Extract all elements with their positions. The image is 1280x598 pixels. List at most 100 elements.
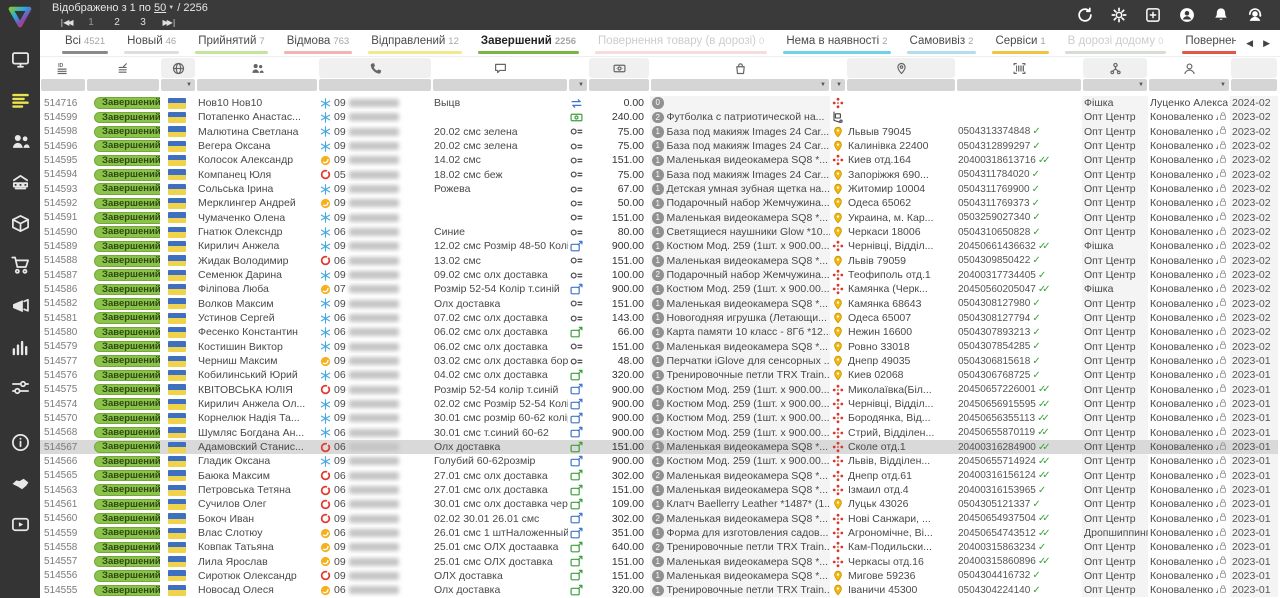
column-header-country[interactable] (161, 58, 195, 78)
filter-customer[interactable] (197, 79, 317, 91)
table-row[interactable]: 514558ЗавершенийКовпак Татьяна0925.01 см… (40, 540, 1280, 554)
table-row[interactable]: 514595ЗавершенийКолосок Александр0914.02… (40, 153, 1280, 167)
tab-11[interactable]: Повернення (завершений)125 (1174, 30, 1236, 56)
filter-date[interactable] (1231, 79, 1277, 91)
page-size-dropdown[interactable]: 50▼ (154, 2, 174, 14)
table-row[interactable]: 514599ЗавершенийПотапенко Анастас...0924… (40, 110, 1280, 124)
sidebar-item-info[interactable] (0, 427, 40, 457)
chevron-down-icon[interactable]: ▼ (1138, 82, 1147, 88)
chevron-down-icon[interactable]: ▼ (186, 82, 195, 88)
app-logo-icon[interactable] (7, 4, 33, 30)
column-header-amount[interactable] (589, 58, 649, 78)
tab-6[interactable]: Повернення товару (в дорозі)0 (587, 30, 775, 56)
bell-icon[interactable] (1204, 0, 1238, 30)
sidebar-item-cart[interactable] (0, 249, 40, 279)
tab-7[interactable]: Нема в наявності2 (775, 30, 898, 56)
table-row[interactable]: 514577ЗавершенийЧерниш Максим0903.02 смс… (40, 354, 1280, 368)
profile-icon[interactable] (1170, 0, 1204, 30)
column-header-products[interactable] (651, 58, 829, 78)
table-row[interactable]: 514588ЗавершенийЖидак Володимир0613.02 с… (40, 254, 1280, 268)
add-icon[interactable] (1136, 0, 1170, 30)
page-number-3[interactable]: 3 (130, 16, 156, 29)
page-number-2[interactable]: 2 (104, 16, 130, 29)
chevron-down-icon[interactable]: ▼ (820, 82, 829, 88)
filter-source[interactable]: ▼ (1083, 79, 1147, 91)
filter-manager[interactable]: ▼ (1149, 79, 1229, 91)
table-row[interactable]: 514559ЗавершенийВлас Слотюу0626.01 смс 1… (40, 526, 1280, 540)
tab-8[interactable]: Самовивіз2 (899, 30, 985, 56)
table-row[interactable]: 514591ЗавершенийЧумаченко Олена09151.001… (40, 211, 1280, 225)
table-row[interactable]: 514575ЗавершенийКВІТОВСЬКА ЮЛІЯ09Розмір … (40, 383, 1280, 397)
table-row[interactable]: 514586ЗавершенийФіліпова Люба07Розмір 52… (40, 282, 1280, 296)
refresh-icon[interactable] (1068, 0, 1102, 30)
tab-5[interactable]: Завершений2256 (470, 30, 587, 56)
filter-city[interactable] (847, 79, 955, 91)
tab-4[interactable]: Відправлений12 (360, 30, 470, 56)
column-header-comment[interactable] (433, 58, 567, 78)
filter-payment[interactable]: ▼ (569, 79, 587, 91)
table-row[interactable]: 514568ЗавершенийШумляс Богдана Ан...0630… (40, 426, 1280, 440)
table-row[interactable]: 514563ЗавершенийПетровська Тетяна0627.01… (40, 483, 1280, 497)
column-header-delivery[interactable] (831, 58, 845, 78)
gear-icon[interactable] (1102, 0, 1136, 30)
tab-0[interactable]: Всі4521 (54, 30, 116, 56)
column-header-phone[interactable] (319, 58, 431, 78)
table-row[interactable]: 514582ЗавершенийВолков Максим09Олх доста… (40, 297, 1280, 311)
tab-9[interactable]: Сервіси1 (984, 30, 1056, 56)
filter-status[interactable] (87, 79, 159, 91)
table-row[interactable]: 514598ЗавершенийМалютина Светлана0920.02… (40, 125, 1280, 139)
table-row[interactable]: 514581ЗавершенийУстинов Сергей0607.02 см… (40, 311, 1280, 325)
filter-comment[interactable] (433, 79, 567, 91)
table-row[interactable]: 514567ЗавершенийАдамовский Станис...06Ол… (40, 440, 1280, 454)
table-row[interactable]: 514565ЗавершенийБаюка Максим0627.01 смс … (40, 469, 1280, 483)
table-row[interactable]: 514587ЗавершенийСеменюк Дарина0909.02 см… (40, 268, 1280, 282)
filter-phone[interactable] (319, 79, 431, 91)
filter-products[interactable]: ▼ (651, 79, 829, 91)
chevron-left-icon[interactable]: ◀ (1246, 38, 1253, 49)
table-row[interactable]: 514576ЗавершенийКобилинський Юрий0604.02… (40, 368, 1280, 382)
table-row[interactable]: 514592ЗавершенийМерклингер Андрей0950.00… (40, 196, 1280, 210)
chevron-down-icon[interactable]: ▼ (1220, 82, 1229, 88)
table-row[interactable]: 514574ЗавершенийКирилич Анжела Ол...0902… (40, 397, 1280, 411)
table-row[interactable]: 514579ЗавершенийКостишин Виктор0906.02 с… (40, 340, 1280, 354)
filter-country[interactable]: ▼ (161, 79, 195, 91)
tab-3[interactable]: Відмова763 (276, 30, 360, 56)
tab-10[interactable]: В дорозі додому0 (1057, 30, 1175, 56)
table-row[interactable]: 514555ЗавершенийНовосад Олеся06Олх доста… (40, 583, 1280, 597)
sidebar-item-automation[interactable] (0, 372, 40, 402)
table-row[interactable]: 514716ЗавершенийНов10 Нов1009Выцв0.000Фі… (40, 96, 1280, 110)
filter-delivery[interactable]: ▼ (831, 79, 845, 91)
column-header-payment[interactable] (569, 58, 587, 78)
column-header-customer[interactable] (197, 58, 317, 78)
table-row[interactable]: 514570ЗавершенийКорнелюк Надія Та...0930… (40, 411, 1280, 425)
first-page-icon[interactable]: ❘◀◀ (52, 16, 78, 29)
table-row[interactable]: 514590ЗавершенийГнатюк Олексндр06Синие80… (40, 225, 1280, 239)
table-row[interactable]: 514589ЗавершенийКирилич Анжела0912.02 см… (40, 239, 1280, 253)
filter-tracking[interactable] (957, 79, 1081, 91)
column-header-status[interactable] (87, 58, 159, 78)
table-row[interactable]: 514556ЗавершенийСиротюк Олександр09ОЛХ д… (40, 569, 1280, 583)
table-row[interactable]: 514560ЗавершенийБокоч Иван0902.02 30.01 … (40, 512, 1280, 526)
tab-2[interactable]: Прийнятий7 (187, 30, 276, 56)
table-row[interactable]: 514593ЗавершенийСольська Ірина09Рожева67… (40, 182, 1280, 196)
filter-id[interactable] (41, 79, 85, 91)
tab-1[interactable]: Новый46 (116, 30, 187, 56)
column-header-tracking[interactable] (957, 58, 1081, 78)
sidebar-item-orders-list[interactable] (0, 85, 40, 115)
table-row[interactable]: 514561ЗавершенийСучилов Олег0630.01 смс … (40, 497, 1280, 511)
table-row[interactable]: 514566ЗавершенийГладик Оксана09Голубий 6… (40, 454, 1280, 468)
table-row[interactable]: 514594ЗавершенийКомпанец Юля0518.02 смс … (40, 168, 1280, 182)
sidebar-item-monitor[interactable] (0, 44, 40, 74)
sidebar-item-products-box[interactable] (0, 208, 40, 238)
column-header-manager[interactable] (1149, 58, 1229, 78)
column-header-city[interactable] (847, 58, 955, 78)
chevron-right-icon[interactable]: ▶ (1263, 38, 1270, 49)
sidebar-item-partners[interactable] (0, 468, 40, 498)
last-page-icon[interactable]: ▶▶❘ (156, 16, 182, 29)
sidebar-item-customers[interactable] (0, 126, 40, 156)
sidebar-item-company[interactable] (0, 167, 40, 197)
chevron-down-icon[interactable]: ▼ (836, 82, 845, 88)
column-header-id[interactable]: ID (41, 58, 85, 78)
filter-amount[interactable] (589, 79, 649, 91)
chevron-down-icon[interactable]: ▼ (578, 82, 587, 88)
